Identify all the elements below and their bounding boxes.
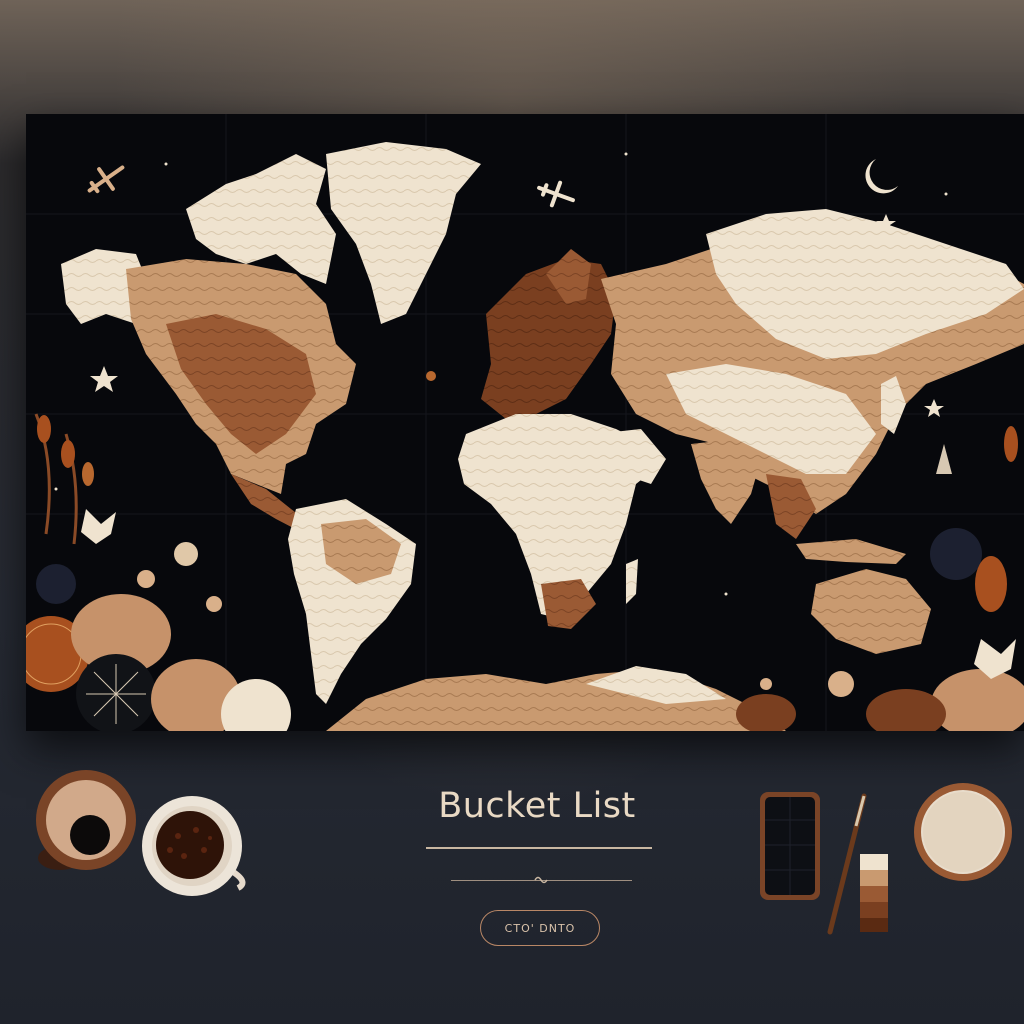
cta-button[interactable]: CTO' DNTO (480, 910, 600, 946)
madagascar (626, 559, 638, 604)
dot (944, 192, 948, 196)
world-map-poster (26, 114, 1024, 731)
crescent-moon-icon (865, 159, 898, 194)
europe (481, 259, 616, 419)
greenland (326, 142, 481, 324)
airplane-icon (87, 165, 125, 194)
dot (54, 487, 58, 491)
india (691, 439, 761, 524)
dot (426, 371, 436, 381)
dot (624, 152, 628, 156)
indonesia (796, 539, 906, 564)
poster-title: Bucket List (438, 786, 636, 826)
australia (811, 569, 931, 654)
bottom-hills (326, 669, 786, 731)
dot (164, 162, 168, 166)
airplane-icon (537, 180, 575, 208)
divider-ornament-icon (534, 876, 548, 884)
title-underline (426, 847, 652, 849)
dot (724, 592, 728, 596)
world-map-art (26, 114, 1024, 731)
star-icon (90, 366, 118, 392)
